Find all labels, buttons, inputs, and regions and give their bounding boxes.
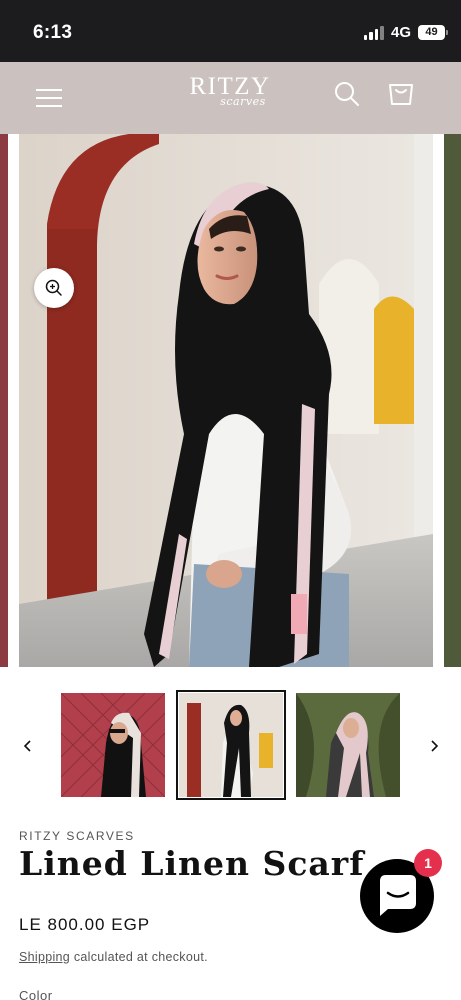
search-icon (335, 82, 359, 106)
chevron-right-icon (431, 740, 439, 752)
product-vendor: RITZY SCARVES (19, 829, 135, 843)
shipping-note: Shipping calculated at checkout. (19, 950, 208, 964)
thumbnail-prev-button[interactable] (21, 739, 35, 753)
site-header: RITZY scarves (0, 62, 461, 134)
menu-button[interactable] (36, 80, 62, 116)
search-button[interactable] (332, 79, 362, 109)
shipping-text: calculated at checkout. (70, 950, 208, 964)
status-indicators: 4G 49 (363, 24, 448, 41)
thumbnail-image (179, 693, 283, 797)
thumbnail-next-button[interactable] (427, 739, 441, 753)
battery-icon: 49 (418, 25, 448, 40)
thumbnail-3[interactable] (296, 693, 400, 797)
network-type: 4G (390, 24, 411, 41)
store-logo[interactable]: RITZY scarves (180, 73, 280, 123)
next-slide-peek[interactable] (444, 134, 461, 667)
thumbnail-slider (0, 690, 461, 802)
product-title: Lined Linen Scarf (19, 844, 365, 883)
product-gallery[interactable] (0, 134, 461, 667)
cellular-signal-icon (363, 25, 384, 40)
hamburger-icon (36, 89, 62, 91)
previous-slide-peek[interactable] (0, 134, 8, 667)
product-photo-main[interactable] (19, 134, 433, 667)
thumbnail-image (296, 693, 400, 797)
chevron-left-icon (23, 740, 31, 752)
product-price: LE 800.00 EGP (19, 915, 151, 934)
thumbnail-image (61, 693, 165, 797)
chat-notification-badge: 1 (414, 849, 442, 877)
zoom-in-icon (45, 279, 62, 296)
color-option-label: Color (19, 988, 53, 1000)
thumbnail-1[interactable] (61, 693, 165, 797)
shipping-link[interactable]: Shipping (19, 950, 70, 964)
zoom-button[interactable] (34, 268, 74, 308)
thumbnail-2[interactable] (176, 690, 286, 800)
status-bar: 6:13 4G 49 (0, 0, 461, 62)
cart-button[interactable] (385, 76, 417, 108)
cart-icon (389, 84, 413, 105)
status-time: 6:13 (33, 22, 73, 43)
